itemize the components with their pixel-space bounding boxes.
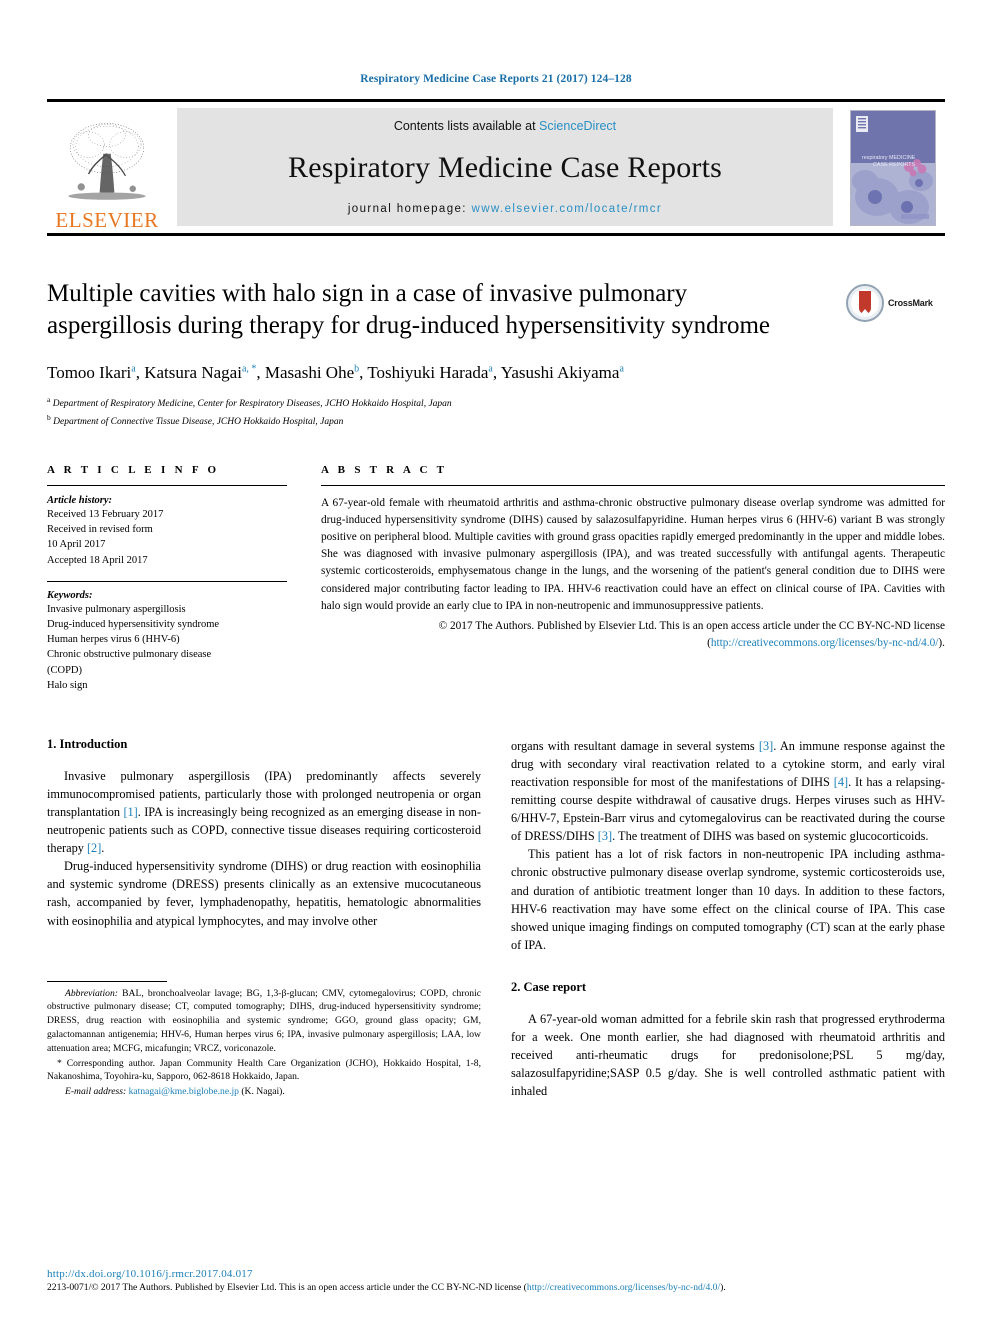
- keyword-item: Halo sign: [47, 679, 88, 691]
- article-info-heading: A R T I C L E I N F O: [47, 463, 220, 476]
- affiliation-marker: b: [47, 412, 51, 422]
- left-column: 1. Introduction Invasive pulmonary asper…: [47, 737, 481, 1100]
- divider: [47, 484, 287, 486]
- paragraph: organs with resultant damage in several …: [511, 737, 945, 845]
- title-block: Multiple cavities with halo sign in a ca…: [47, 278, 945, 430]
- keyword-item: (COPD): [47, 664, 83, 676]
- author-name: Masashi Ohe: [264, 363, 355, 382]
- affiliation-item: a Department of Respiratory Medicine, Ce…: [47, 394, 945, 412]
- paragraph-part: .: [101, 841, 105, 856]
- corresponding-author-footnote: * Corresponding author. Japan Community …: [47, 1057, 481, 1083]
- elsevier-wordmark: ELSEVIER: [55, 208, 159, 232]
- issn-copyright-text: 2213-0071/© 2017 The Authors. Published …: [47, 1282, 527, 1293]
- right-column: organs with resultant damage in several …: [511, 737, 945, 1100]
- article-page: Respiratory Medicine Case Reports 21 (20…: [0, 0, 992, 1323]
- paragraph: Drug-induced hypersensitivity syndrome (…: [47, 859, 481, 928]
- keyword-item: Invasive pulmonary aspergillosis: [47, 603, 186, 615]
- keyword-item: Human herpes virus 6 (HHV-6): [47, 634, 180, 646]
- abstract-copyright: © 2017 The Authors. Published by Elsevie…: [321, 618, 945, 652]
- affiliation-marker: a: [47, 395, 51, 405]
- info-abstract-region: A R T I C L E I N F O Article history: R…: [47, 464, 945, 693]
- section-heading-case-report: 2. Case report: [511, 979, 587, 994]
- keyword-item: Drug-induced hypersensitivity syndrome: [47, 618, 220, 630]
- keywords-label: Keywords:: [47, 589, 93, 601]
- contents-prefix: Contents lists available at: [393, 119, 540, 133]
- elsevier-tree-icon: [68, 123, 146, 200]
- running-head: Respiratory Medicine Case Reports 21 (20…: [360, 73, 632, 85]
- footnote-block: Abbreviation: BAL, bronchoalveolar lavag…: [47, 980, 481, 1101]
- email-link[interactable]: katnagai@kme.biglobe.ne.jp: [129, 1086, 239, 1097]
- author-sep: ,: [256, 363, 265, 382]
- section-heading-introduction: 1. Introduction: [47, 737, 128, 752]
- citation-ref[interactable]: [3]: [598, 829, 612, 843]
- email-footnote: E-mail address: katnagai@kme.biglobe.ne.…: [47, 1085, 481, 1099]
- contents-available-line: Contents lists available at ScienceDirec…: [394, 119, 616, 133]
- journal-homepage-line: journal homepage: www.elsevier.com/locat…: [348, 203, 662, 215]
- author-sep: ,: [135, 363, 145, 382]
- affiliation-list: a Department of Respiratory Medicine, Ce…: [47, 394, 945, 430]
- author-affil-marker: a, *: [241, 363, 257, 375]
- homepage-url-link[interactable]: www.elsevier.com/locate/rmcr: [472, 203, 663, 215]
- doi-link[interactable]: http://dx.doi.org/10.1016/j.rmcr.2017.04…: [47, 1268, 945, 1280]
- journal-cover-cell: respiratory MEDICINE CASE REPORTS: [841, 102, 945, 233]
- journal-masthead: ELSEVIER Contents lists available at Sci…: [47, 99, 945, 236]
- cover-artwork-icon: respiratory MEDICINE CASE REPORTS: [851, 110, 935, 225]
- article-info-column: A R T I C L E I N F O Article history: R…: [47, 464, 309, 693]
- author-sep: ,: [492, 363, 501, 382]
- article-history-label: Article history:: [47, 494, 113, 506]
- footnote-divider: [47, 980, 167, 982]
- abbreviations-footnote: Abbreviation: BAL, bronchoalveolar lavag…: [47, 987, 481, 1056]
- paragraph: A 67-year-old woman admitted for a febri…: [511, 1011, 945, 1099]
- citation-ref[interactable]: [2]: [87, 841, 101, 855]
- email-label: E-mail address:: [65, 1086, 127, 1098]
- author-name: Yasushi Akiyama: [500, 363, 620, 382]
- email-suffix: (K. Nagai).: [238, 1086, 285, 1098]
- author-list: Tomoo Ikari a, Katsura Nagaia, *, Masashi…: [47, 362, 945, 384]
- license-link[interactable]: http://creativecommons.org/licenses/by-n…: [711, 637, 939, 649]
- affiliation-text: Department of Connective Tissue Disease,…: [53, 417, 344, 428]
- journal-title: Respiratory Medicine Case Reports: [288, 151, 722, 184]
- paragraph: Invasive pulmonary aspergillosis (IPA) p…: [47, 767, 481, 857]
- paragraph: This patient has a lot of risk factors i…: [511, 847, 945, 952]
- citation-ref[interactable]: [3]: [759, 739, 773, 753]
- copyright-suffix: ).: [938, 637, 945, 650]
- issn-copyright-suffix: ).: [720, 1282, 726, 1293]
- paragraph-part: organs with resultant damage in several …: [511, 739, 759, 754]
- article-history-item: Accepted 18 April 2017: [47, 554, 148, 566]
- svg-text:CASE REPORTS: CASE REPORTS: [873, 162, 916, 168]
- author-name: Katsura Nagai: [144, 363, 242, 382]
- sciencedirect-link[interactable]: ScienceDirect: [539, 119, 616, 133]
- crossmark-badge[interactable]: CrossMark: [845, 280, 945, 326]
- homepage-prefix: journal homepage:: [347, 203, 472, 215]
- citation-ref[interactable]: [1]: [123, 805, 137, 819]
- author-affil-marker: a: [619, 363, 624, 375]
- crossmark-icon: [846, 284, 884, 322]
- affiliation-text: Department of Respiratory Medicine, Cent…: [52, 399, 452, 410]
- body-columns: 1. Introduction Invasive pulmonary asper…: [47, 737, 945, 1100]
- author-name: Toshiyuki Harada: [367, 363, 489, 382]
- article-history-item: 10 April 2017: [47, 539, 106, 551]
- issn-copyright-line: 2213-0071/© 2017 The Authors. Published …: [47, 1282, 945, 1293]
- keyword-item: Chronic obstructive pulmonary disease: [47, 649, 212, 661]
- crossmark-label: CrossMark: [888, 298, 933, 308]
- abstract-heading: A B S T R A C T: [321, 463, 448, 476]
- affiliation-item: b Department of Connective Tissue Diseas…: [47, 412, 945, 430]
- page-footer: http://dx.doi.org/10.1016/j.rmcr.2017.04…: [47, 1268, 945, 1293]
- footer-license-link[interactable]: http://creativecommons.org/licenses/by-n…: [527, 1282, 720, 1293]
- divider: [47, 580, 287, 582]
- citation-ref[interactable]: [4]: [834, 775, 848, 789]
- paragraph-part: . The treatment of DIHS was based on sys…: [612, 829, 929, 844]
- abstract-column: A B S T R A C T A 67-year-old female wit…: [309, 464, 945, 652]
- abbreviations-label: Abbreviation:: [65, 987, 118, 999]
- journal-band: Contents lists available at ScienceDirec…: [177, 108, 833, 226]
- page-title: Multiple cavities with halo sign in a ca…: [47, 280, 771, 339]
- abstract-text: A 67-year-old female with rheumatoid art…: [321, 496, 945, 612]
- journal-cover-thumbnail[interactable]: respiratory MEDICINE CASE REPORTS: [850, 109, 936, 226]
- author-name: Tomoo Ikari: [47, 363, 132, 382]
- article-history-item: Received in revised form: [47, 524, 153, 536]
- article-history-item: Received 13 February 2017: [47, 508, 164, 520]
- elsevier-logo: ELSEVIER: [47, 102, 167, 233]
- svg-text:respiratory MEDICINE: respiratory MEDICINE: [862, 155, 916, 161]
- divider: [321, 484, 945, 486]
